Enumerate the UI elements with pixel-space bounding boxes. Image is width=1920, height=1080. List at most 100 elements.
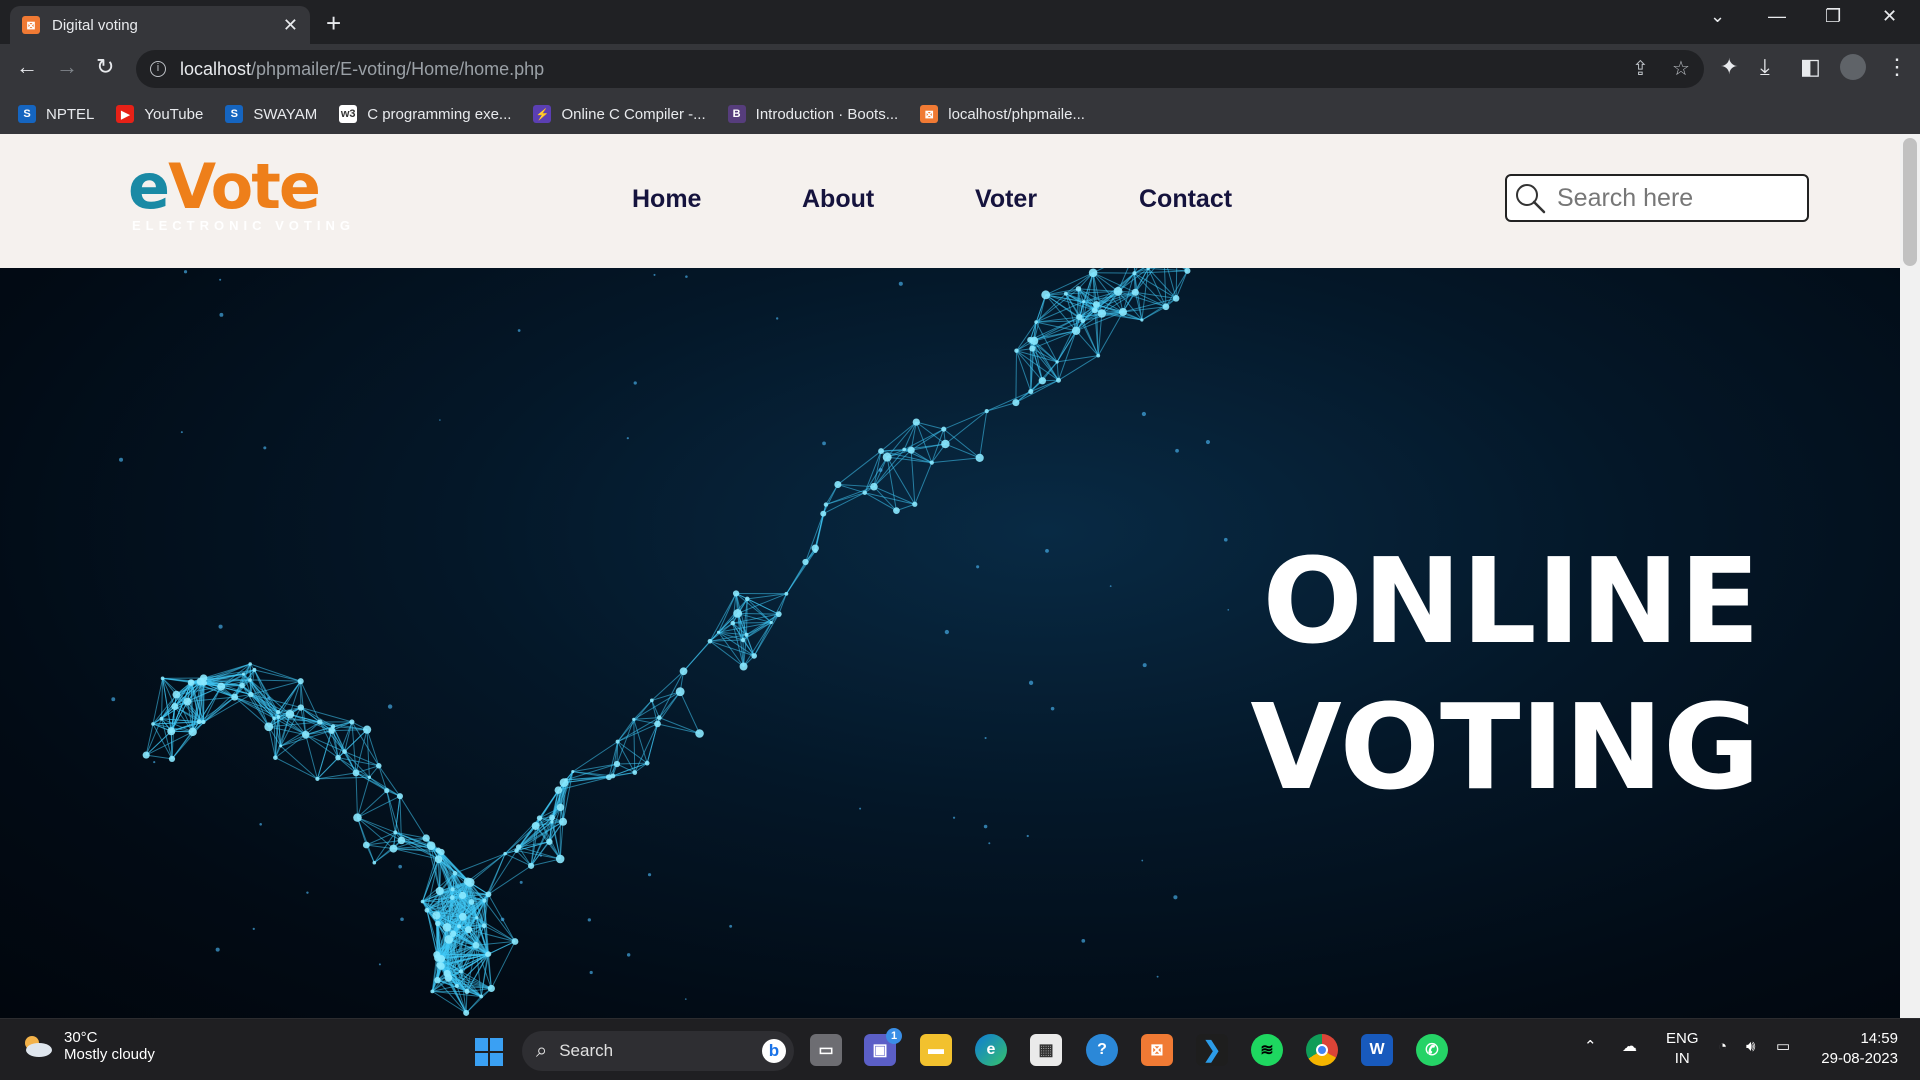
hero-title-line1: ONLINE — [1262, 532, 1760, 670]
bookmark-label: YouTube — [144, 105, 204, 123]
vscode-icon[interactable]: ❯ — [1196, 1034, 1228, 1066]
minimize-icon[interactable]: — — [1768, 6, 1786, 27]
reload-icon[interactable]: ↻ — [96, 54, 114, 80]
nav-voter[interactable]: Voter — [975, 185, 1037, 214]
search-icon — [1516, 184, 1546, 214]
windows-start-icon[interactable] — [474, 1037, 504, 1067]
logo-subtitle: ELECTRONIC VOTING — [132, 218, 355, 233]
nav-about[interactable]: About — [802, 185, 874, 214]
menu-kebab-icon[interactable]: ⋮ — [1886, 54, 1908, 80]
search-input[interactable] — [1557, 183, 1797, 213]
browser-tab[interactable]: ⊠ Digital voting ✕ — [10, 6, 310, 44]
bookmark-favicon-icon: ⊠ — [920, 105, 939, 123]
whatsapp-icon[interactable]: ✆ — [1416, 1034, 1448, 1066]
clock-date: 29-08-2023 — [1821, 1050, 1898, 1067]
lang-region: IN — [1674, 1050, 1690, 1067]
bookmark-star-icon[interactable]: ☆ — [1672, 56, 1690, 81]
bookmark-label: C programming exe... — [367, 105, 512, 123]
scrollbar-thumb[interactable] — [1903, 138, 1917, 266]
word-icon[interactable]: W — [1361, 1034, 1393, 1066]
taskbar-search-label: Search — [559, 1041, 614, 1060]
cloudy-weather-icon — [25, 1036, 52, 1057]
spotify-icon[interactable]: ≋ — [1251, 1034, 1283, 1066]
page-scrollbar[interactable] — [1900, 134, 1920, 1018]
weather-temp: 30°C — [64, 1029, 98, 1046]
new-tab-icon[interactable]: + — [326, 8, 341, 39]
bookmark-label: Online C Compiler -... — [561, 105, 706, 123]
tray-overflow-chevron-icon[interactable]: ⌃ — [1584, 1037, 1597, 1057]
microsoft-store-icon[interactable]: ▦ — [1030, 1034, 1062, 1066]
window-close-icon[interactable]: ✕ — [1882, 6, 1897, 27]
bookmark-label: localhost/phpmaile... — [948, 105, 1085, 123]
file-explorer-icon[interactable]: ▬ — [920, 1034, 952, 1066]
language-indicator[interactable]: ENG IN — [1666, 1029, 1699, 1069]
browser-toolbar: ← → ↻ i localhost/phpmailer/E-voting/Hom… — [0, 44, 1920, 94]
teams-chat-icon[interactable]: ▣ 1 — [864, 1028, 902, 1066]
chat-badge: 1 — [886, 1028, 902, 1044]
browser-tab-strip: ⊠ Digital voting ✕ + ⌄ — ❐ ✕ — [0, 0, 1920, 44]
xampp-icon[interactable]: ⊠ — [1141, 1034, 1173, 1066]
bing-icon[interactable]: b — [762, 1039, 786, 1063]
battery-icon[interactable]: ▭ — [1776, 1037, 1790, 1057]
restore-icon[interactable]: ❐ — [1825, 6, 1841, 27]
bookmark-label: Introduction · Boots... — [755, 105, 899, 123]
download-icon[interactable]: ⤓ — [1760, 54, 1770, 80]
bookmark-label: SWAYAM — [253, 105, 318, 123]
edge-icon[interactable]: e — [975, 1034, 1007, 1066]
bookmark-favicon-icon: S — [18, 105, 36, 123]
bookmark-favicon-icon: ⚡ — [533, 105, 552, 123]
weather-widget[interactable]: 30°C Mostly cloudy — [20, 1029, 155, 1063]
logo-vote: Vote — [168, 150, 321, 223]
tab-search-chevron-icon[interactable]: ⌄ — [1710, 6, 1725, 27]
chrome-icon[interactable] — [1306, 1034, 1338, 1066]
bookmark-item[interactable]: w3 C programming exe... — [339, 105, 511, 123]
page-viewport: eVote ELECTRONIC VOTING Home About Voter… — [0, 134, 1920, 1018]
evote-logo[interactable]: eVote ELECTRONIC VOTING — [128, 156, 355, 234]
nav-home[interactable]: Home — [632, 185, 701, 214]
bookmark-item[interactable]: ⚡ Online C Compiler -... — [533, 105, 706, 123]
site-header: eVote ELECTRONIC VOTING Home About Voter… — [0, 134, 1900, 268]
side-panel-icon[interactable]: ◧ — [1800, 54, 1821, 80]
tab-close-icon[interactable]: ✕ — [283, 15, 298, 36]
profile-avatar[interactable] — [1840, 54, 1866, 80]
wifi-icon[interactable]: ◔ — [1718, 1037, 1727, 1057]
url-host: localhost — [180, 58, 252, 79]
share-icon[interactable]: ⇪ — [1632, 56, 1649, 81]
bookmark-favicon-icon: w3 — [339, 105, 358, 123]
taskbar-search[interactable]: ⌕ Search b — [522, 1031, 794, 1071]
clock-time: 14:59 — [1860, 1030, 1898, 1047]
volume-icon[interactable]: 🔊︎ — [1746, 1037, 1755, 1057]
bookmark-item[interactable]: S NPTEL — [18, 105, 94, 123]
site-info-icon[interactable]: i — [150, 61, 166, 77]
lang-code: ENG — [1666, 1030, 1699, 1047]
bookmark-item[interactable]: ⊠ localhost/phpmaile... — [920, 105, 1085, 123]
weather-desc: Mostly cloudy — [64, 1046, 155, 1063]
url-path: /phpmailer/E-voting/Home/home.php — [251, 58, 545, 79]
extensions-icon[interactable]: ✦ — [1720, 54, 1738, 80]
task-view-icon[interactable]: ▭ — [810, 1034, 842, 1066]
back-icon[interactable]: ← — [16, 54, 38, 80]
site-search — [1505, 174, 1809, 222]
bookmark-item[interactable]: B Introduction · Boots... — [727, 105, 899, 123]
hero-title-line2: VOTING — [1250, 678, 1760, 816]
logo-e: e — [128, 150, 170, 223]
bookmark-favicon-icon: B — [727, 105, 746, 123]
clock[interactable]: 14:59 29-08-2023 — [1818, 1029, 1898, 1069]
onedrive-cloud-icon[interactable]: ☁ — [1622, 1037, 1637, 1057]
bookmark-label: NPTEL — [46, 105, 95, 123]
hero-banner: ONLINE VOTING — [0, 268, 1900, 1018]
taskbar-search-icon: ⌕ — [536, 1039, 548, 1062]
get-help-icon[interactable]: ? — [1086, 1034, 1118, 1066]
bookmark-item[interactable]: S SWAYAM — [225, 105, 317, 123]
address-bar[interactable]: i localhost/phpmailer/E-voting/Home/home… — [136, 50, 1704, 88]
windows-taskbar: 30°C Mostly cloudy ⌕ Search b ▭ ▣ 1 ▬ e ▦… — [0, 1018, 1920, 1080]
bookmarks-bar: S NPTEL ▶ YouTube S SWAYAM w3 C programming exe… — [0, 94, 1920, 134]
hero-title: ONLINE VOTING — [1240, 528, 1760, 820]
nav-contact[interactable]: Contact — [1139, 185, 1232, 214]
tab-title: Digital voting — [52, 16, 138, 34]
bookmark-favicon-icon: S — [225, 105, 244, 123]
xampp-favicon-icon: ⊠ — [22, 16, 40, 34]
bookmark-favicon-icon: ▶ — [116, 105, 135, 123]
bookmark-item[interactable]: ▶ YouTube — [116, 105, 203, 123]
forward-icon[interactable]: → — [56, 54, 78, 80]
